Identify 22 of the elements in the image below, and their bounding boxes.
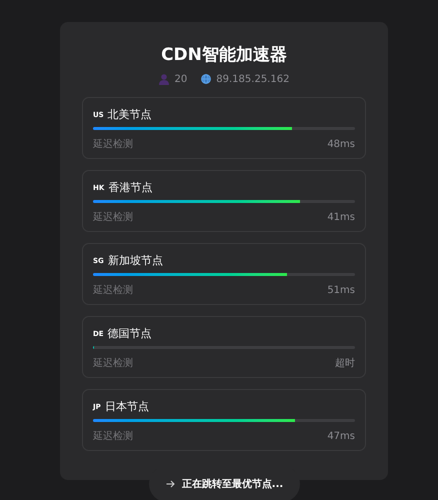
- latency-label: 延迟检测: [93, 356, 133, 370]
- arrow-right-icon: [166, 480, 175, 488]
- user-count: 20: [174, 72, 188, 86]
- latency-label: 延迟检测: [93, 284, 133, 298]
- toast-text: 正在跳转至最优节点...: [182, 478, 284, 492]
- app-title: CDN智能加速器: [160, 44, 288, 66]
- latency-label: 延迟检测: [93, 430, 133, 444]
- node-name: 北美节点: [108, 106, 152, 123]
- node-name: 新加坡节点: [108, 252, 163, 269]
- latency-label: 延迟检测: [93, 210, 133, 224]
- latency-value: 超时: [335, 356, 355, 370]
- node-name: 德国节点: [108, 326, 152, 342]
- latency-value: 48ms: [327, 138, 355, 152]
- latency-value: 51ms: [327, 284, 355, 298]
- node-name: 香港节点: [108, 180, 152, 196]
- node-name: 日本节点: [104, 398, 149, 415]
- latency-value: 41ms: [327, 210, 355, 224]
- latency-label: 延迟检测: [93, 138, 133, 152]
- globe-icon: [201, 74, 212, 84]
- latency-value: 47ms: [327, 430, 355, 444]
- user-icon: [158, 74, 169, 84]
- ip-address: 89.185.25.162: [216, 72, 290, 86]
